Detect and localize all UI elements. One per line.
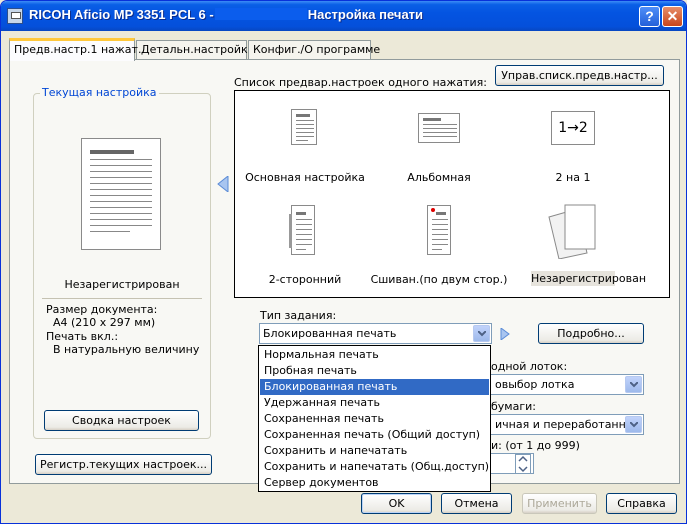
preset-2-in-1[interactable]: 1→2 2 на 1 <box>503 91 643 191</box>
copies-spinner[interactable] <box>515 454 531 474</box>
paper-type-value: ичная и переработанная <box>495 418 640 431</box>
preset-label: 2-сторонний <box>268 273 342 286</box>
landscape-page-icon <box>418 113 460 143</box>
preset-stapled[interactable]: Сшиван.(по двум стор.) <box>369 191 509 297</box>
preset-unregistered[interactable]: Незарегистрирован <box>503 191 647 297</box>
tab-config-about[interactable]: Конфиг./О программе <box>248 40 380 60</box>
window-title-prefix: RICOH Aficio MP 3351 PCL 6 - <box>29 7 214 22</box>
divider <box>42 298 202 299</box>
blank-pages-icon <box>548 204 596 259</box>
preset-basic[interactable]: Основная настройка <box>235 91 375 191</box>
preset-label: Незарегистрирован <box>531 271 647 286</box>
portrait-page-icon <box>291 109 317 145</box>
job-type-label: Тип задания: <box>260 309 337 322</box>
current-settings-group: Текущая настройка Незарегистрирован Разм… <box>33 86 211 439</box>
chevron-down-icon[interactable] <box>473 325 490 342</box>
close-title-button[interactable]: ✕ <box>662 6 683 27</box>
register-current-settings-button[interactable]: Регистр.текущих настроек... <box>35 454 212 475</box>
settings-summary-button[interactable]: Сводка настроек <box>44 410 199 431</box>
spin-arrows-icon <box>518 455 528 473</box>
current-preset-name: Незарегистрирован <box>64 278 180 291</box>
input-tray-label: одной лоток: <box>491 360 568 373</box>
paper-type-select[interactable]: ичная и переработанная <box>484 414 644 435</box>
redacted-region <box>214 8 307 20</box>
ok-button[interactable]: OK <box>361 493 432 514</box>
job-type-option-stored-shared[interactable]: Сохраненная печать (Общий доступ) <box>260 427 489 443</box>
job-type-option-locked[interactable]: Блокированная печать <box>260 379 489 395</box>
job-type-option-sample[interactable]: Пробная печать <box>260 363 489 379</box>
two-in-one-icon: 1→2 <box>551 111 595 145</box>
chevron-down-icon[interactable] <box>625 416 642 433</box>
title-bar[interactable]: RICOH Aficio MP 3351 PCL 6 - Настройка пе… <box>1 1 686 31</box>
job-type-option-store-print[interactable]: Сохранить и напечатать <box>260 443 489 459</box>
presets-list-label: Список предвар.настроек одного нажатия: <box>234 76 487 89</box>
job-type-value: Блокированная печать <box>263 327 397 340</box>
preset-label: Сшиван.(по двум стор.) <box>370 273 508 286</box>
preset-label: Альбомная <box>407 171 471 184</box>
details-button[interactable]: Подробно... <box>538 323 644 344</box>
input-tray-select[interactable]: овыбор лотка <box>484 374 644 395</box>
presets-list[interactable]: Основная настройка Альбомная 1→2 2 на 1 <box>234 90 670 298</box>
copies-label: и: (от 1 до 999) <box>491 439 580 452</box>
print-on-label: Печать вкл.: <box>46 330 119 343</box>
job-type-option-store-print-shared[interactable]: Сохранить и напечатать (Общ.доступ) <box>260 459 489 475</box>
window-title: RICOH Aficio MP 3351 PCL 6 - Настройка пе… <box>29 7 423 22</box>
doc-size-label: Размер документа: <box>46 303 158 316</box>
chevron-down-icon[interactable] <box>625 376 642 393</box>
preset-duplex[interactable]: 2-сторонний <box>235 191 375 297</box>
triangle-left-icon <box>217 176 229 192</box>
window-title-suffix: Настройка печати <box>307 7 424 22</box>
job-type-option-normal[interactable]: Нормальная печать <box>260 347 489 363</box>
job-type-option-stored[interactable]: Сохраненная печать <box>260 411 489 427</box>
stapled-page-icon <box>427 205 451 255</box>
preset-label: 2 на 1 <box>555 171 591 184</box>
job-type-option-hold[interactable]: Удержанная печать <box>260 395 489 411</box>
help-button[interactable]: Справка <box>606 493 677 514</box>
printer-icon <box>7 8 23 24</box>
help-title-button[interactable]: ? <box>639 6 660 27</box>
print-settings-window: RICOH Aficio MP 3351 PCL 6 - Настройка пе… <box>0 0 687 524</box>
current-document-preview <box>81 138 161 250</box>
job-type-select[interactable]: Блокированная печать <box>259 323 492 344</box>
tab-one-click-presets[interactable]: Предв.настр.1 нажат. <box>9 38 141 61</box>
paper-type-label: бумаги: <box>491 400 536 413</box>
duplex-page-icon <box>289 205 315 255</box>
apply-button[interactable]: Применить <box>522 493 597 514</box>
preset-landscape[interactable]: Альбомная <box>369 91 509 191</box>
cancel-button[interactable]: Отмена <box>441 493 512 514</box>
job-type-option-document-server[interactable]: Сервер документов <box>260 475 489 491</box>
preset-label: Основная настройка <box>245 171 365 184</box>
current-settings-legend: Текущая настройка <box>40 86 159 99</box>
job-type-dropdown-list[interactable]: Нормальная печать Пробная печать Блокиро… <box>258 345 491 492</box>
manage-presets-button[interactable]: Управ.списк.предв.настр... <box>495 65 664 86</box>
tab-detailed-settings[interactable]: Детальн.настройки <box>136 40 255 60</box>
input-tray-value: овыбор лотка <box>495 378 575 391</box>
print-on-value: В натуральную величину <box>53 343 200 356</box>
triangle-right-icon <box>500 328 510 340</box>
doc-size-value: A4 (210 x 297 мм) <box>53 316 156 329</box>
